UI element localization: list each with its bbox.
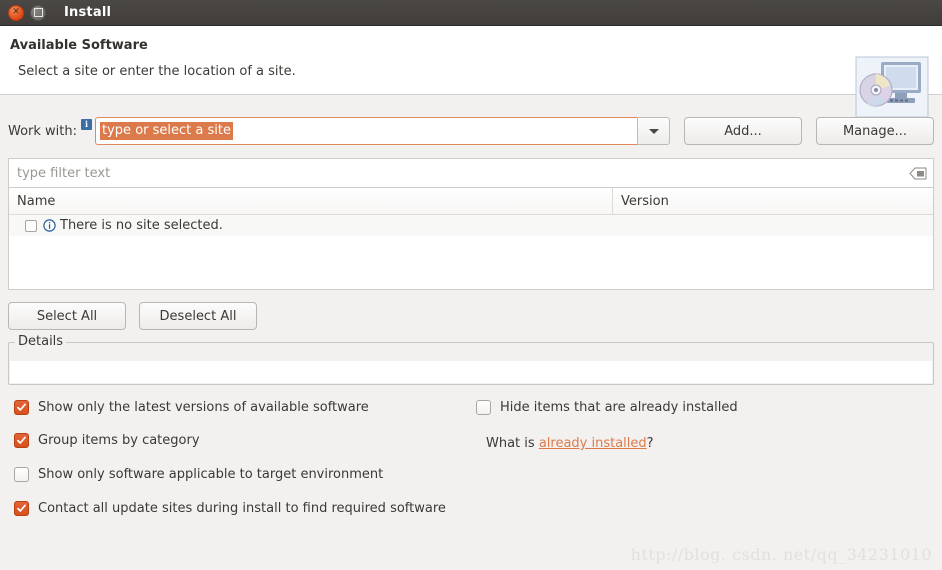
what-is-already-installed: What is already installed? xyxy=(486,436,654,451)
option-label: Contact all update sites during install … xyxy=(38,501,446,516)
window-titlebar: Install xyxy=(0,0,942,26)
watermark: http://blog. csdn. net/qq_34231010 xyxy=(630,545,932,564)
option-show-applicable-software[interactable]: Show only software applicable to target … xyxy=(14,467,383,482)
selection-buttons-row: Select All Deselect All xyxy=(8,302,934,330)
table-header: Name Version xyxy=(9,188,933,215)
maximize-icon[interactable] xyxy=(30,4,46,21)
window-title: Install xyxy=(64,5,112,20)
computer-disc-icon xyxy=(855,56,929,118)
option-hide-installed-items[interactable]: Hide items that are already installed xyxy=(476,400,738,415)
checkbox-checked-icon[interactable] xyxy=(14,433,29,448)
work-with-row: Work with: i type or select a site Add..… xyxy=(8,114,934,148)
site-input-value: type or select a site xyxy=(100,122,233,140)
row-label: There is no site selected. xyxy=(60,218,223,233)
option-label: Show only software applicable to target … xyxy=(38,467,384,482)
details-group: Details xyxy=(8,334,934,385)
software-table: Name Version There is no site selected. xyxy=(8,187,934,290)
option-label: Hide items that are already installed xyxy=(500,400,738,415)
column-header-version[interactable]: Version xyxy=(613,188,933,214)
deselect-all-button[interactable]: Deselect All xyxy=(139,302,257,330)
what-is-prefix: What is xyxy=(486,436,539,451)
site-input[interactable]: type or select a site xyxy=(95,117,637,145)
option-label: Show only the latest versions of availab… xyxy=(38,400,369,415)
details-legend: Details xyxy=(15,334,67,349)
info-badge-icon: i xyxy=(81,118,93,130)
already-installed-link[interactable]: already installed xyxy=(539,436,647,451)
table-body: There is no site selected. xyxy=(9,215,933,289)
page-subtitle: Select a site or enter the location of a… xyxy=(18,64,296,79)
close-icon[interactable] xyxy=(8,4,24,21)
page-title: Available Software xyxy=(10,38,148,53)
site-dropdown-button[interactable] xyxy=(637,117,670,145)
column-header-name[interactable]: Name xyxy=(9,188,613,214)
work-with-label: Work with: xyxy=(8,123,78,139)
option-contact-all-update-sites[interactable]: Contact all update sites during install … xyxy=(14,501,446,516)
what-is-suffix: ? xyxy=(646,436,654,451)
clear-text-icon[interactable] xyxy=(909,167,927,180)
checkbox-unchecked-icon[interactable] xyxy=(14,467,29,482)
row-checkbox[interactable] xyxy=(25,219,37,232)
filter-row[interactable]: type filter text xyxy=(8,158,934,187)
checkbox-checked-icon[interactable] xyxy=(14,400,29,415)
option-show-latest-versions[interactable]: Show only the latest versions of availab… xyxy=(14,400,369,415)
table-row[interactable]: There is no site selected. xyxy=(9,215,933,236)
info-circle-icon xyxy=(43,219,56,232)
chevron-down-icon xyxy=(648,128,659,134)
site-combobox[interactable]: type or select a site xyxy=(95,117,670,145)
filter-input[interactable]: type filter text xyxy=(17,166,909,181)
option-label: Group items by category xyxy=(38,433,200,448)
details-content xyxy=(10,361,932,383)
checkbox-unchecked-icon[interactable] xyxy=(476,400,491,415)
select-all-button[interactable]: Select All xyxy=(8,302,126,330)
checkbox-checked-icon[interactable] xyxy=(14,501,29,516)
dialog-header: Available Software Select a site or ente… xyxy=(0,26,942,118)
add-button[interactable]: Add... xyxy=(684,117,802,145)
options-section: Show only the latest versions of availab… xyxy=(8,400,934,518)
option-group-by-category[interactable]: Group items by category xyxy=(14,433,200,448)
dialog-body: Work with: i type or select a site Add..… xyxy=(0,114,942,518)
manage-button[interactable]: Manage... xyxy=(816,117,934,145)
